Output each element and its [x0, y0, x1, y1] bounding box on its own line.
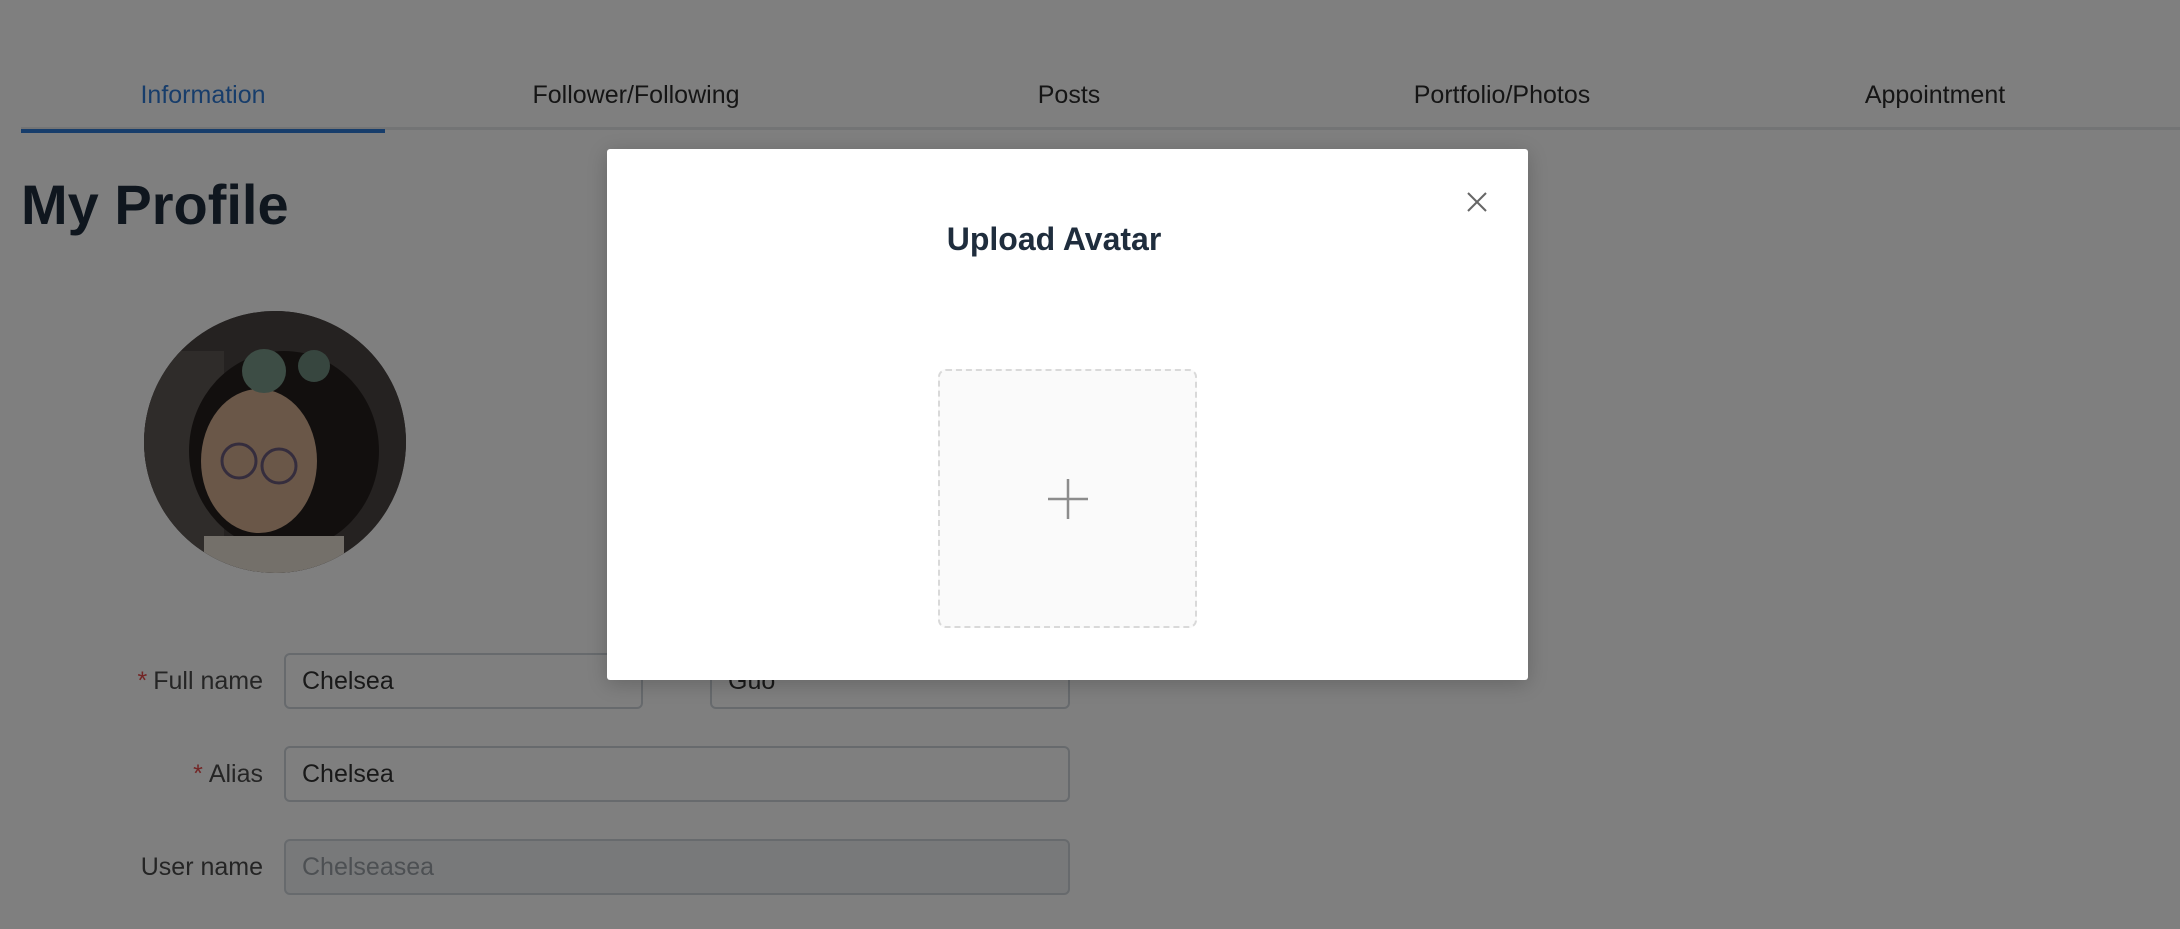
avatar-upload-area[interactable]: [938, 369, 1197, 628]
page: Information Follower/Following Posts Por…: [0, 0, 2180, 929]
upload-avatar-modal: Upload Avatar: [607, 149, 1528, 680]
plus-icon: [1047, 478, 1088, 519]
close-icon: [1467, 192, 1487, 212]
close-button[interactable]: [1462, 187, 1492, 217]
modal-title: Upload Avatar: [946, 221, 1162, 257]
